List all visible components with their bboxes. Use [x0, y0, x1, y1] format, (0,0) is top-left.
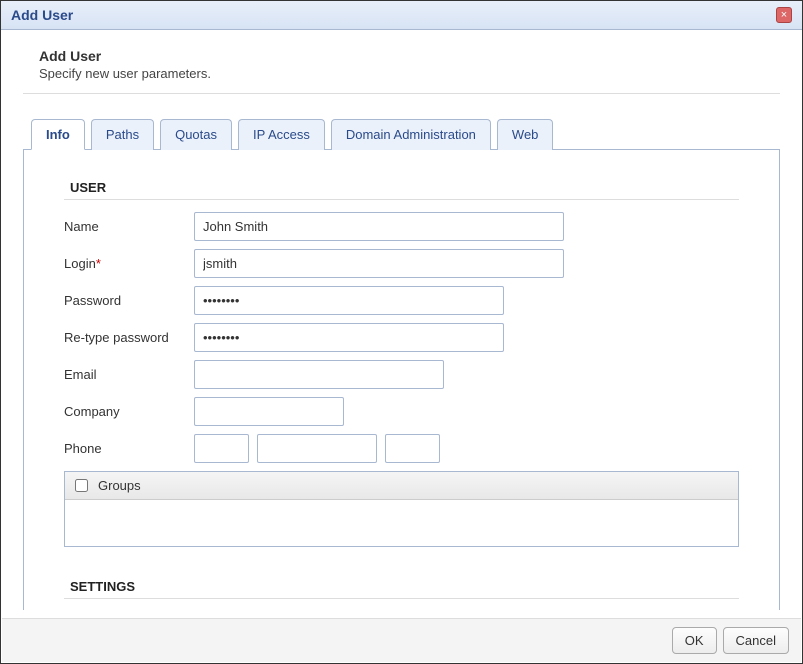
tab-panel-info: USER Name Login* Password Re-type passwo…	[23, 149, 780, 610]
dialog-body: Add User Specify new user parameters. In…	[1, 30, 802, 610]
tab-paths[interactable]: Paths	[91, 119, 154, 150]
groups-header: Groups	[65, 472, 738, 500]
phone-group	[194, 434, 440, 463]
close-icon[interactable]: ×	[776, 7, 792, 23]
tab-info[interactable]: Info	[31, 119, 85, 150]
email-input[interactable]	[194, 360, 444, 389]
section-header: Add User Specify new user parameters.	[23, 44, 780, 89]
tab-bar: Info Paths Quotas IP Access Domain Admin…	[23, 118, 780, 149]
login-input[interactable]	[194, 249, 564, 278]
tab-quotas[interactable]: Quotas	[160, 119, 232, 150]
ok-button[interactable]: OK	[672, 627, 717, 654]
dialog-header: Add User ×	[1, 1, 802, 30]
row-phone: Phone	[64, 434, 739, 463]
required-marker: *	[96, 256, 101, 271]
groups-box: Groups	[64, 471, 739, 547]
groups-select-all-checkbox[interactable]	[75, 479, 88, 492]
password-input[interactable]	[194, 286, 504, 315]
phone-input-3[interactable]	[385, 434, 440, 463]
row-email: Email	[64, 360, 739, 389]
user-legend: USER	[64, 180, 739, 200]
phone-input-1[interactable]	[194, 434, 249, 463]
page-subtitle: Specify new user parameters.	[39, 66, 780, 81]
row-name: Name	[64, 212, 739, 241]
page-title: Add User	[39, 48, 780, 64]
phone-input-2[interactable]	[257, 434, 377, 463]
label-login-text: Login	[64, 256, 96, 271]
label-login: Login*	[64, 256, 194, 271]
settings-block: SETTINGS Enabled Enable ad-hoc email tra…	[64, 579, 739, 610]
label-retype-password: Re-type password	[64, 330, 194, 345]
dialog-title: Add User	[11, 7, 73, 23]
groups-column-header: Groups	[98, 478, 141, 493]
label-password: Password	[64, 293, 194, 308]
dialog-footer: OK Cancel	[2, 618, 801, 662]
row-login: Login*	[64, 249, 739, 278]
row-retype-password: Re-type password	[64, 323, 739, 352]
label-email: Email	[64, 367, 194, 382]
tab-domain-administration[interactable]: Domain Administration	[331, 119, 491, 150]
label-company: Company	[64, 404, 194, 419]
label-phone: Phone	[64, 441, 194, 456]
divider	[23, 93, 780, 94]
settings-legend: SETTINGS	[64, 579, 739, 599]
name-input[interactable]	[194, 212, 564, 241]
tab-ip-access[interactable]: IP Access	[238, 119, 325, 150]
tab-web[interactable]: Web	[497, 119, 554, 150]
company-input[interactable]	[194, 397, 344, 426]
row-password: Password	[64, 286, 739, 315]
label-name: Name	[64, 219, 194, 234]
retype-password-input[interactable]	[194, 323, 504, 352]
cancel-button[interactable]: Cancel	[723, 627, 789, 654]
row-company: Company	[64, 397, 739, 426]
